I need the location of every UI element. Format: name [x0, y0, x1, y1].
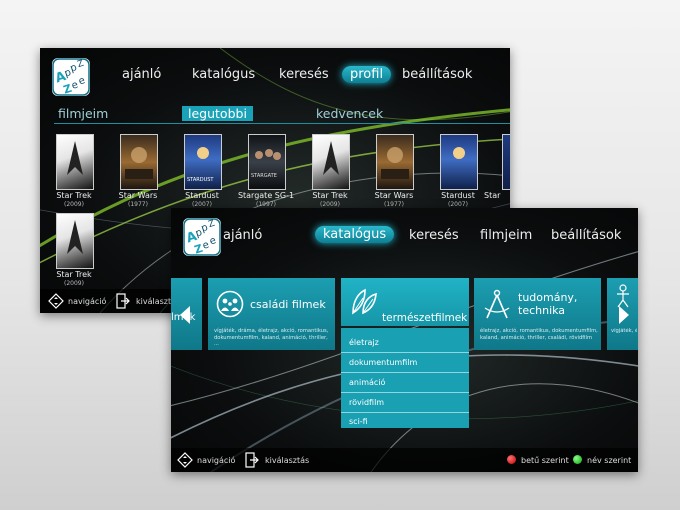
- nav-ajanlo[interactable]: ajánló: [223, 228, 262, 243]
- category-name: természetfilmek: [382, 312, 468, 324]
- footer-navigation-label: navigáció: [68, 297, 107, 306]
- category-description: életrajz, akció, romantikus, dokumentumf…: [480, 328, 598, 341]
- dropdown-option-eletrajz[interactable]: életrajz: [349, 338, 379, 347]
- person-icon: [617, 284, 629, 308]
- poster-star-trek-3[interactable]: [56, 213, 94, 269]
- tab-underline: [54, 123, 510, 124]
- logo-glyph: A p p Z Z e e: [52, 58, 90, 96]
- appzee-logo: A p p Z Z e e: [52, 58, 90, 96]
- category-description: vígjáték, életr... dokumentumf...: [611, 328, 637, 334]
- movie-title: Stardust (2007): [167, 191, 237, 209]
- green-button-icon: [573, 455, 582, 464]
- nav-katalogus[interactable]: katalógus: [192, 67, 255, 82]
- catalog-screen: A p p Z Z e e ajánló katalógus keresés f…: [171, 208, 638, 472]
- category-card-termeszetfilmek-selected[interactable]: természetfilmek: [341, 278, 469, 326]
- movie-title: Star Wars (1977): [103, 191, 173, 209]
- dropdown-option-rovidfilm[interactable]: rövidfilm: [349, 398, 384, 407]
- select-icon: [116, 293, 130, 309]
- poster-art: STARGATE: [251, 149, 281, 179]
- category-name: tudomány, technika: [518, 291, 578, 317]
- dropdown-separator: [341, 392, 469, 393]
- dropdown-option-sci-fi[interactable]: sci-fi: [349, 417, 368, 426]
- movie-title-text: Star Wars: [118, 191, 158, 200]
- red-button-icon: [507, 455, 516, 464]
- arrow-right-icon[interactable]: [619, 306, 629, 324]
- nav-beallitasok[interactable]: beállítások: [551, 228, 621, 243]
- nav-profil-active[interactable]: profil: [342, 66, 392, 83]
- footer-green-label: név szerint: [587, 456, 632, 465]
- poster-stardust[interactable]: STARDUST: [184, 134, 222, 190]
- poster-art: [381, 147, 409, 179]
- subcategory-dropdown[interactable]: életrajz dokumentumfilm animáció rövidfi…: [341, 328, 469, 428]
- category-card-csaladi[interactable]: családi filmek vígjáték, dráma, életrajz…: [208, 278, 335, 350]
- movie-year: (1977): [128, 201, 148, 208]
- logo-glyph: A p p Z Z e e: [183, 218, 221, 256]
- poster-stardust-label: STARDUST: [187, 177, 214, 183]
- movie-title: Star Trek (2009): [40, 191, 109, 209]
- movie-title-text: Star Trek: [312, 191, 348, 200]
- dropdown-option-dokumentumfilm[interactable]: dokumentumfilm: [349, 358, 417, 367]
- poster-star-trek[interactable]: [56, 134, 94, 190]
- dpad-icon: [48, 293, 64, 309]
- poster-art: [67, 141, 83, 175]
- poster-art: [67, 220, 83, 254]
- poster-stardust-2[interactable]: [440, 134, 478, 190]
- nav-filmjeim[interactable]: filmjeim: [480, 228, 532, 243]
- dropdown-separator: [341, 412, 469, 413]
- movie-title: Star Wars (1977): [359, 191, 429, 209]
- poster-art: [125, 147, 153, 179]
- poster-star-wars[interactable]: [120, 134, 158, 190]
- tab-filmjeim[interactable]: filmjeim: [58, 106, 108, 123]
- footer-red-label: betű szerint: [521, 456, 569, 465]
- movie-title: Star: [484, 191, 510, 200]
- leaves-icon: [352, 288, 377, 315]
- select-icon: [245, 452, 259, 468]
- movie-title-text: Stardust: [185, 191, 219, 200]
- dropdown-option-animacio[interactable]: animáció: [349, 378, 385, 387]
- movie-year: (2009): [64, 201, 84, 208]
- nav-kereses[interactable]: keresés: [409, 228, 459, 243]
- poster-partial[interactable]: [502, 134, 510, 190]
- movie-title: Star Trek (2009): [295, 191, 365, 209]
- tab-kedvencek[interactable]: kedvencek: [316, 106, 383, 123]
- nav-ajanlo[interactable]: ajánló: [122, 67, 161, 82]
- footer-navigation-label: navigáció: [197, 456, 236, 465]
- dpad-icon: [177, 452, 193, 468]
- category-card-partial-left[interactable]: lmek: [171, 278, 202, 350]
- dropdown-separator: [341, 352, 469, 353]
- movie-title: Stargate SG-1 (1997): [231, 191, 301, 209]
- movie-title-text: Stardust: [441, 191, 475, 200]
- nav-kereses[interactable]: keresés: [279, 67, 329, 82]
- footer-select-label: kiválaszt: [136, 297, 172, 306]
- tab-legutobbi[interactable]: legutobbi: [182, 106, 253, 121]
- poster-star-wars-2[interactable]: [376, 134, 414, 190]
- movie-title-text: Star: [484, 191, 501, 200]
- category-card-partial-right[interactable]: vígjáték, életr... dokumentumf...: [607, 278, 638, 350]
- poster-art: STARDUST: [187, 147, 214, 183]
- appzee-logo: A p p Z Z e e: [183, 218, 221, 256]
- movie-title-text: Star Trek: [56, 191, 92, 200]
- movie-title-text: Stargate SG-1: [237, 191, 295, 200]
- movie-year: (2009): [64, 280, 84, 287]
- movie-title-text: Star Wars: [374, 191, 414, 200]
- poster-stargate-label: STARGATE: [251, 173, 277, 179]
- poster-art: [453, 147, 465, 159]
- nav-katalogus-active[interactable]: katalógus: [315, 226, 395, 243]
- family-icon: [216, 290, 244, 318]
- nav-beallitasok[interactable]: beállítások: [402, 67, 472, 82]
- arrow-left-icon[interactable]: [180, 306, 190, 324]
- poster-stargate[interactable]: STARGATE: [248, 134, 286, 190]
- category-card-tudomany[interactable]: tudomány, technika életrajz, akció, roma…: [474, 278, 601, 350]
- poster-star-trek-2[interactable]: [312, 134, 350, 190]
- footer-bar: navigáció kiválasztás betű szerint név s…: [171, 448, 638, 472]
- compass-icon: [484, 289, 510, 319]
- category-description: vígjáték, dráma, életrajz, akció, romant…: [214, 328, 329, 347]
- movie-title-text: Star Trek: [56, 270, 92, 279]
- category-name: családi filmek: [250, 298, 326, 311]
- footer-select-label: kiválasztás: [265, 456, 310, 465]
- movie-title: Star Trek (2009): [40, 270, 109, 288]
- dropdown-separator: [341, 372, 469, 373]
- poster-art: [323, 141, 339, 175]
- movie-title: Stardust (2007): [423, 191, 493, 209]
